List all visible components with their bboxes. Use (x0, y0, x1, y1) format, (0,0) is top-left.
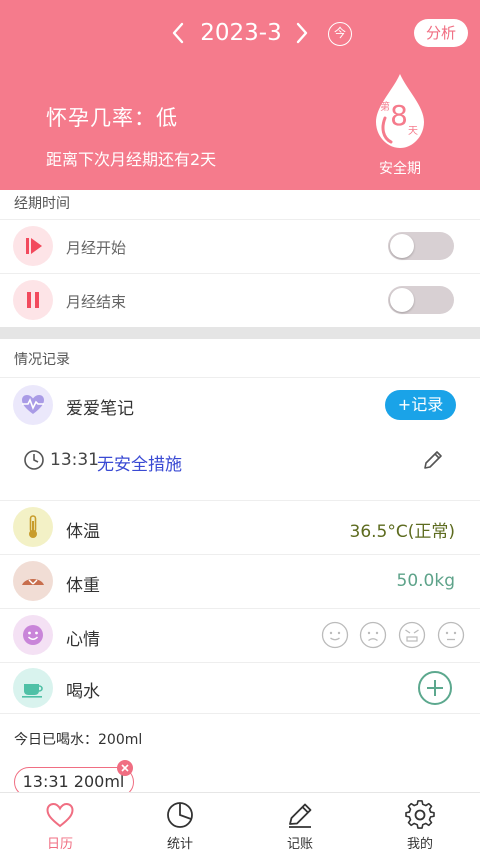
weight-label: 体重 (66, 576, 100, 596)
tab-label: 我的 (406, 837, 433, 852)
add-record-button[interactable]: +记录 (385, 390, 456, 420)
love-note-row: 爱爱笔记 +记录 (0, 378, 480, 432)
pie-chart-icon (167, 802, 193, 828)
entry-time: 13:31 (50, 450, 99, 470)
records-section-title: 情况记录 (14, 352, 70, 368)
pause-icon (13, 280, 53, 320)
play-icon (13, 226, 53, 266)
cycle-day-suffix: 天 (408, 126, 418, 137)
cycle-header: 2023-3 今 分析 怀孕几率：低 距离下次月经期还有2天 第 8 天 安全期 (0, 0, 480, 190)
edit-icon[interactable] (421, 448, 445, 472)
water-row: 喝水 (0, 663, 480, 713)
divider (0, 713, 480, 714)
current-month: 2023-3 (200, 20, 282, 46)
water-total: 今日已喝水：200ml (14, 732, 143, 748)
remove-entry-icon[interactable] (117, 760, 133, 776)
tab-accounting[interactable]: 记账 (240, 793, 360, 854)
love-note-entry[interactable]: 13:31 无安全措施 (0, 432, 480, 500)
tab-label: 日历 (46, 837, 73, 852)
mood-row: 心情 (0, 609, 480, 662)
mood-angry-icon[interactable] (398, 621, 426, 649)
month-nav: 2023-3 今 分析 (0, 14, 480, 52)
tab-label: 记账 (286, 837, 313, 852)
thermometer-icon (13, 507, 53, 547)
period-end-label: 月经结束 (66, 293, 127, 311)
chevron-left-icon[interactable] (166, 18, 190, 48)
mood-calm-icon[interactable] (437, 621, 465, 649)
section-separator (0, 327, 480, 339)
scale-icon (13, 561, 53, 601)
heartbeat-icon (13, 385, 53, 425)
chevron-right-icon[interactable] (290, 18, 314, 48)
mood-happy-icon[interactable] (321, 621, 349, 649)
entry-text: 无安全措施 (97, 455, 182, 475)
tab-profile[interactable]: 我的 (360, 793, 480, 854)
period-section-title: 经期时间 (14, 196, 70, 212)
mood-sad-icon[interactable] (359, 621, 387, 649)
love-note-label: 爱爱笔记 (66, 399, 134, 419)
heart-icon (46, 802, 74, 828)
analyze-button[interactable]: 分析 (414, 19, 468, 47)
edit-icon (289, 803, 312, 828)
tab-statistics[interactable]: 统计 (120, 793, 240, 854)
weight-value: 50.0kg (396, 571, 456, 591)
period-start-toggle[interactable] (388, 232, 454, 260)
period-start-row: 月经开始 (0, 220, 480, 273)
cup-icon (13, 668, 53, 708)
water-label: 喝水 (66, 682, 100, 702)
tab-calendar[interactable]: 日历 (0, 793, 120, 854)
smile-icon (13, 615, 53, 655)
clock-icon (24, 450, 44, 470)
temperature-row[interactable]: 体温 36.5°C(正常) (0, 501, 480, 554)
pregnancy-rate: 怀孕几率：低 (46, 106, 178, 130)
bottom-tab-bar: 日历 统计 记账 我的 (0, 792, 480, 854)
weight-row[interactable]: 体重 50.0kg (0, 555, 480, 608)
water-entry-text: 13:31 200ml (22, 772, 125, 791)
tab-label: 统计 (166, 837, 193, 852)
temperature-value: 36.5°C(正常) (349, 522, 456, 542)
period-end-row: 月经结束 (0, 274, 480, 327)
gear-icon (405, 800, 435, 829)
add-water-icon[interactable] (417, 670, 453, 706)
cycle-phase: 安全期 (379, 161, 421, 177)
period-end-toggle[interactable] (388, 286, 454, 314)
mood-label: 心情 (66, 630, 100, 650)
period-start-label: 月经开始 (66, 239, 127, 257)
temperature-label: 体温 (66, 522, 100, 542)
today-button[interactable]: 今 (328, 22, 352, 46)
period-countdown: 距离下次月经期还有2天 (46, 150, 217, 169)
